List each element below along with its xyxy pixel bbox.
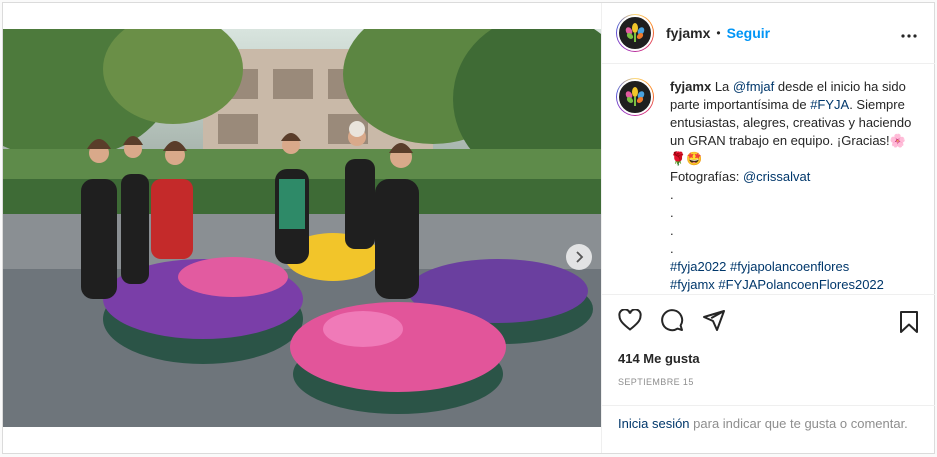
like-icon — [618, 309, 642, 331]
post-actions — [602, 294, 935, 345]
tree-logo-icon — [625, 87, 645, 106]
hashtag-link[interactable]: #FYJA — [810, 97, 849, 112]
save-button[interactable] — [899, 311, 919, 338]
mention-link[interactable]: @fmjaf — [733, 79, 774, 94]
save-icon — [900, 311, 918, 333]
like-button[interactable] — [618, 309, 642, 331]
caption-dot-line: . — [670, 205, 674, 220]
photo-women-with-flower-planters — [3, 29, 601, 427]
tree-logo-icon — [625, 23, 645, 42]
caption-area: fyjamx La @fmjaf desde el inicio ha sido… — [602, 64, 935, 293]
login-text: para indicar que te gusta o comentar. — [689, 416, 908, 431]
chevron-right-icon — [576, 251, 584, 263]
like-count[interactable]: 414 Me gusta — [618, 351, 700, 366]
caption-text: La — [711, 79, 733, 94]
share-button[interactable] — [702, 308, 726, 332]
hashtag-link[interactable]: #fyja2022 #fyjapolancoenflores — [670, 259, 849, 274]
hashtag-link[interactable]: #fyjamx #FYJAPolancoenFlores2022 — [670, 277, 884, 292]
caption-dot-line: . — [670, 187, 674, 202]
avatar[interactable] — [616, 78, 654, 116]
carousel-next-button[interactable] — [566, 244, 592, 270]
login-prompt: Inicia sesión para indicar que te gusta … — [602, 405, 935, 441]
post-username[interactable]: fyjamx — [666, 25, 710, 41]
follow-button[interactable]: Seguir — [727, 25, 771, 41]
post-header: fyjamx • Seguir — [602, 3, 935, 64]
post-caption: fyjamx La @fmjaf desde el inicio ha sido… — [670, 78, 912, 293]
post-photo[interactable] — [3, 29, 601, 427]
more-options-button[interactable] — [901, 25, 917, 43]
caption-dot-line: . — [670, 223, 674, 238]
share-icon — [703, 310, 725, 331]
separator-dot: • — [716, 26, 721, 40]
caption-username[interactable]: fyjamx — [670, 79, 711, 94]
login-link[interactable]: Inicia sesión — [618, 416, 690, 431]
caption-dot-line: . — [670, 241, 674, 256]
instagram-post-embed: fyjamx • Seguir fyjamx La @fmjaf desde e… — [2, 2, 935, 454]
post-date: SEPTIEMBRE 15 — [618, 377, 694, 387]
more-horizontal-icon — [901, 34, 917, 38]
mention-link[interactable]: @crissalvat — [743, 169, 810, 184]
comment-button[interactable] — [660, 308, 684, 332]
post-sidebar: fyjamx • Seguir fyjamx La @fmjaf desde e… — [601, 3, 935, 453]
caption-text: Fotografías: — [670, 169, 743, 184]
avatar[interactable] — [616, 14, 654, 52]
comment-icon — [661, 309, 684, 332]
